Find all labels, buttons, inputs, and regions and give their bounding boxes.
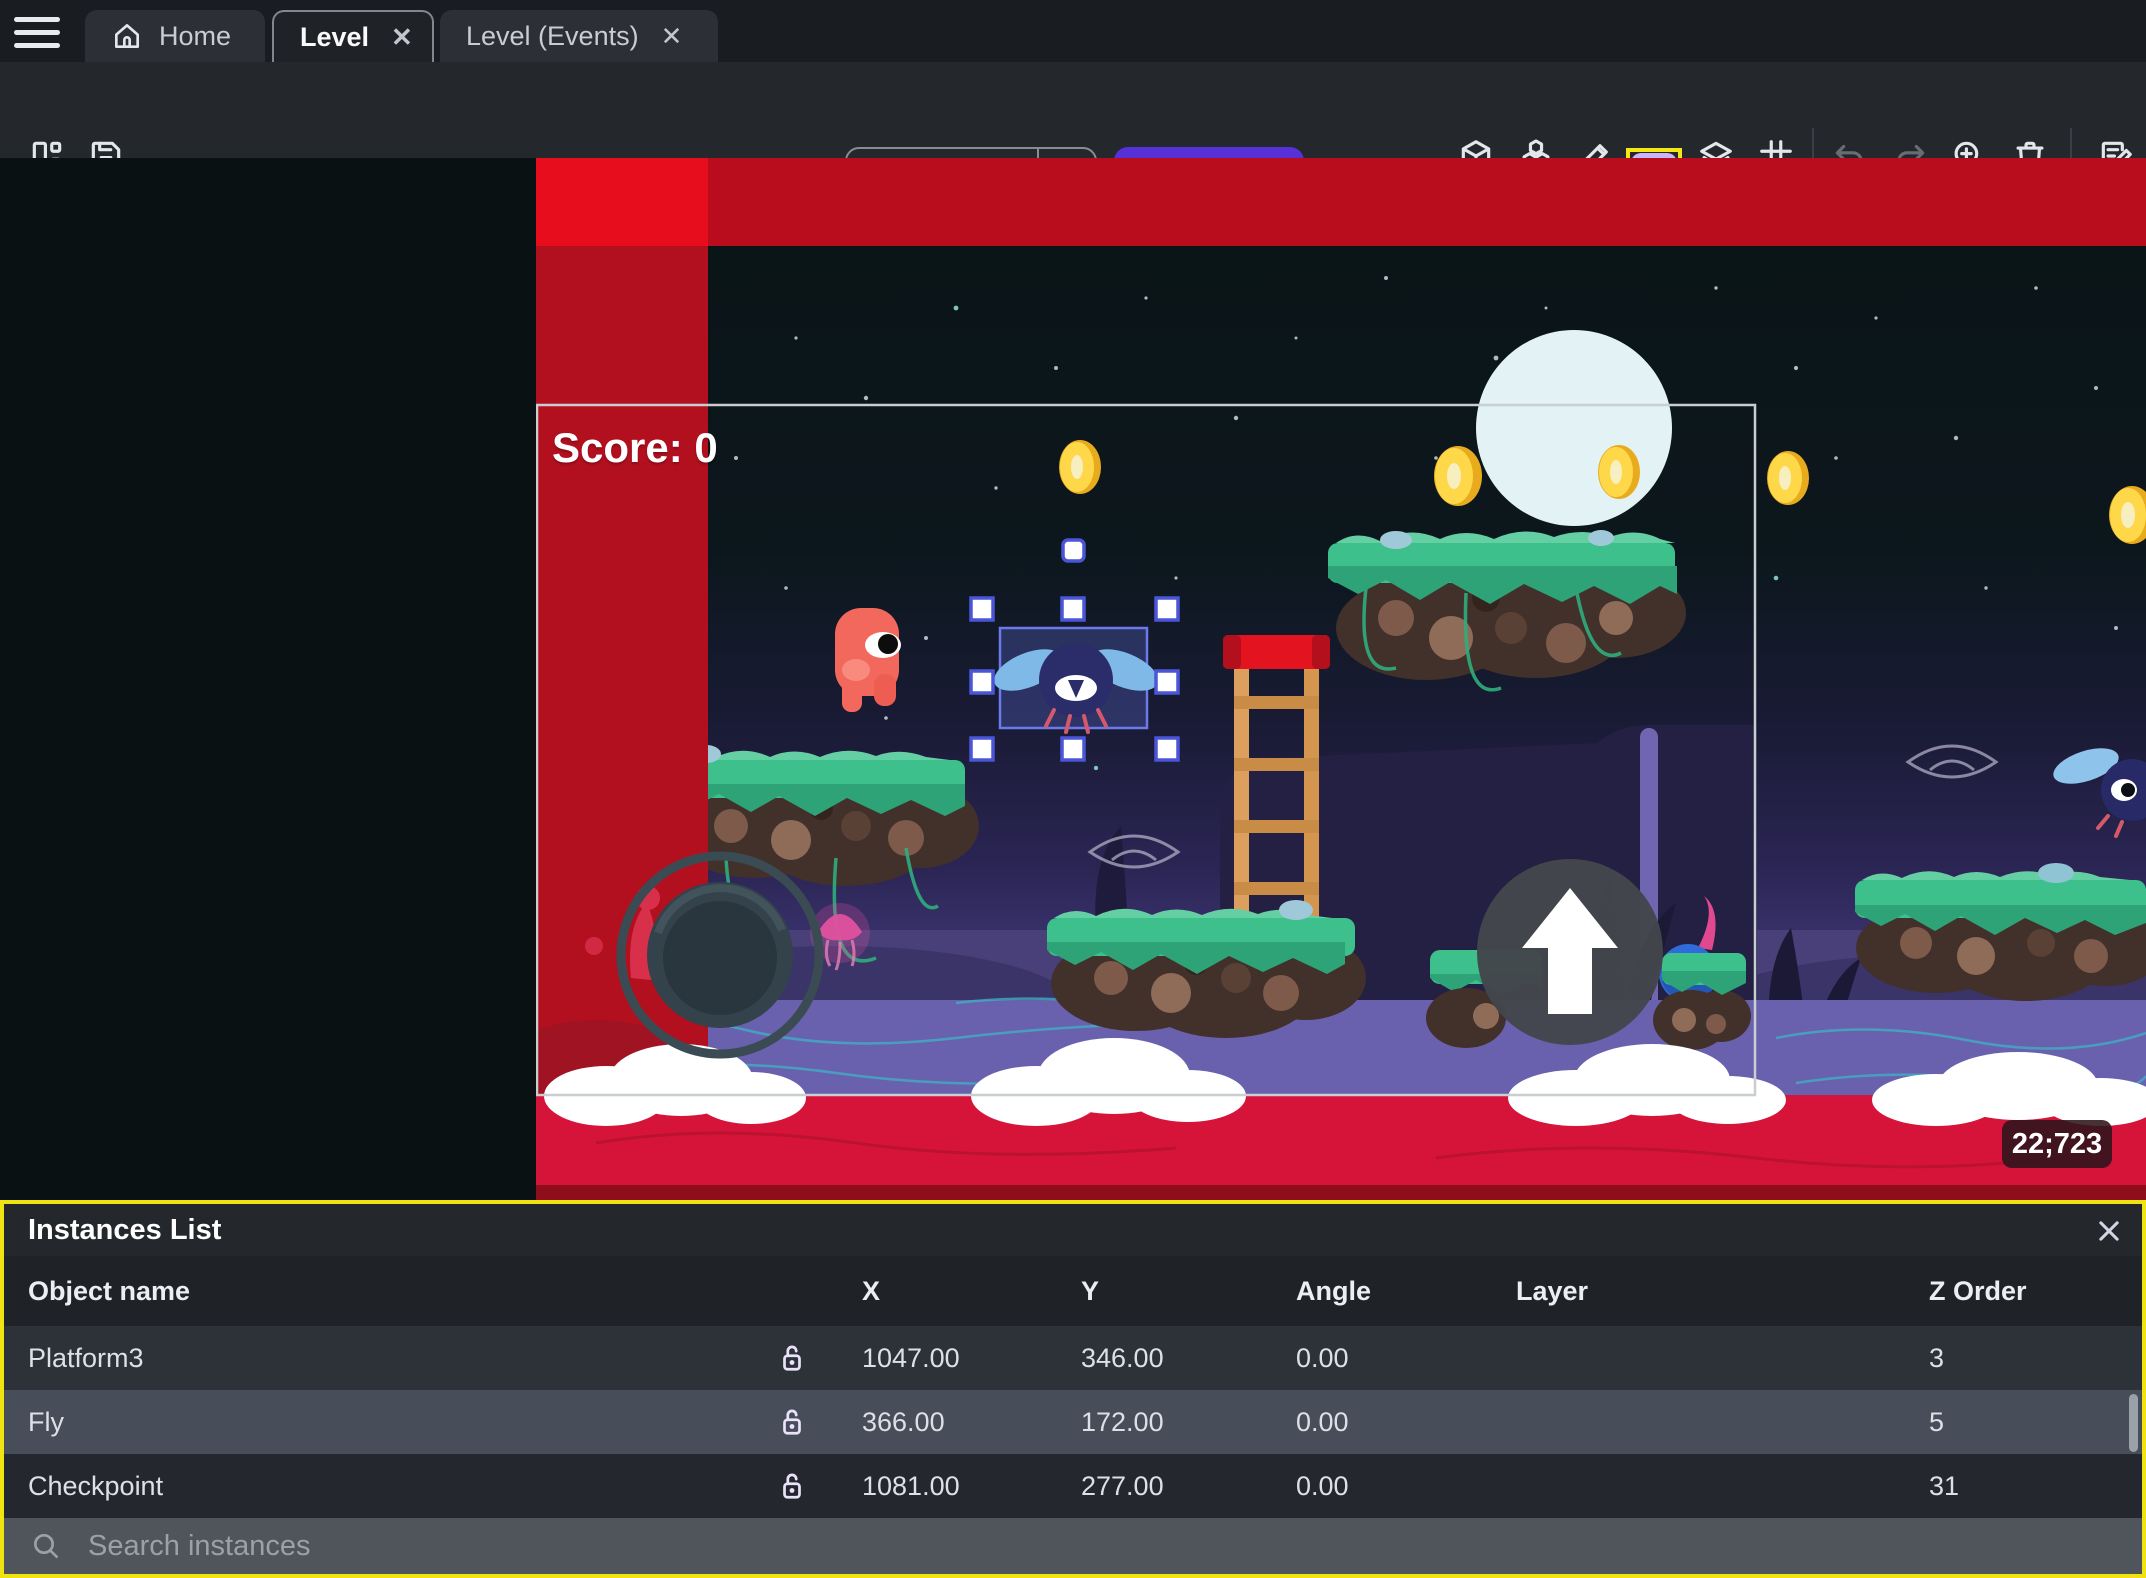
score-label: Score: 0	[552, 424, 718, 471]
search-icon	[34, 1534, 58, 1558]
cursor-coordinates-badge: 22;723	[2002, 1120, 2112, 1168]
scene-art	[536, 158, 2146, 1200]
column-layer: Layer	[1516, 1275, 1589, 1306]
tab-level[interactable]: Level ✕	[272, 10, 434, 62]
tab-level-events[interactable]: Level (Events) ✕	[440, 10, 718, 62]
tab-level-events-label: Level (Events)	[466, 20, 639, 51]
scene-viewport[interactable]: Score: 0 22;723	[536, 158, 2146, 1200]
instance-name: Fly	[28, 1406, 64, 1437]
instance-angle[interactable]: 0.00	[1280, 1471, 1500, 1502]
column-y: Y	[1081, 1275, 1100, 1306]
column-angle: Angle	[1296, 1275, 1372, 1306]
instance-name: Checkpoint	[28, 1470, 164, 1501]
instance-x[interactable]: 1081.00	[846, 1471, 1065, 1502]
unlock-icon[interactable]	[738, 1404, 846, 1440]
search-instances-input[interactable]	[88, 1529, 2142, 1563]
table-row[interactable]: Platform3 1047.00 346.00 0.00 3	[4, 1326, 2142, 1390]
rotation-handle[interactable]	[1061, 538, 1086, 563]
panel-title: Instances List	[28, 1213, 222, 1246]
red-band-top[interactable]	[536, 158, 2146, 246]
unlock-icon[interactable]	[738, 1468, 846, 1504]
column-x: X	[862, 1275, 881, 1306]
close-panel-button[interactable]	[2092, 1214, 2126, 1248]
tab-level-close-icon[interactable]: ✕	[391, 22, 413, 53]
instance-name: Platform3	[28, 1342, 144, 1373]
tab-home-label: Home	[159, 20, 232, 51]
scene-editor-canvas[interactable]: Score: 0 22;723	[0, 158, 2146, 1200]
instance-y[interactable]: 277.00	[1065, 1471, 1280, 1502]
tab-level-label: Level	[300, 21, 370, 52]
instance-y[interactable]: 172.00	[1065, 1407, 1280, 1438]
instance-x[interactable]: 366.00	[846, 1407, 1065, 1438]
instance-y[interactable]: 346.00	[1065, 1343, 1280, 1374]
column-object-name: Object name	[28, 1275, 191, 1306]
platform-instance[interactable]	[1653, 953, 1751, 1050]
moon[interactable]	[1476, 330, 1672, 526]
search-bar	[4, 1518, 2142, 1574]
instance-angle[interactable]: 0.00	[1280, 1343, 1500, 1374]
instance-x[interactable]: 1047.00	[846, 1343, 1065, 1374]
column-z-order: Z Order	[1929, 1275, 2027, 1306]
home-icon	[115, 24, 139, 48]
panel-title-bar: Instances List	[4, 1204, 2142, 1256]
table-row[interactable]: Checkpoint 1081.00 277.00 0.00 31	[4, 1454, 2142, 1518]
panel-scrollbar[interactable]	[2129, 1394, 2138, 1452]
jump-button[interactable]	[1477, 859, 1663, 1045]
table-header: Object name X Y Angle Layer Z Order	[4, 1256, 2142, 1326]
platform-instance[interactable]	[1047, 900, 1366, 1038]
instance-z-order[interactable]: 5	[1913, 1407, 2142, 1438]
virtual-joystick[interactable]	[616, 851, 824, 1059]
instance-angle[interactable]: 0.00	[1280, 1407, 1500, 1438]
tab-bar: Home Level ✕ Level (Events) ✕	[0, 0, 2146, 62]
table-row-selected[interactable]: Fly 366.00 172.00 0.00 5	[4, 1390, 2142, 1454]
instance-z-order[interactable]: 31	[1913, 1471, 2142, 1502]
tab-home[interactable]: Home	[85, 10, 265, 62]
toolbar: Preview Publish	[0, 62, 2146, 205]
instance-z-order[interactable]: 3	[1913, 1343, 2142, 1374]
gdevelop-editor: Home Level ✕ Level (Events) ✕ Preview	[0, 0, 2146, 1578]
unlock-icon[interactable]	[738, 1340, 846, 1376]
selected-fly-instance[interactable]	[988, 626, 1163, 734]
tab-level-events-close-icon[interactable]: ✕	[661, 21, 683, 52]
instances-list-panel: Instances List Object name X Y Angle Lay…	[0, 1200, 2146, 1578]
hamburger-menu-icon[interactable]	[14, 12, 66, 52]
platform-instance[interactable]	[1855, 863, 2146, 1001]
